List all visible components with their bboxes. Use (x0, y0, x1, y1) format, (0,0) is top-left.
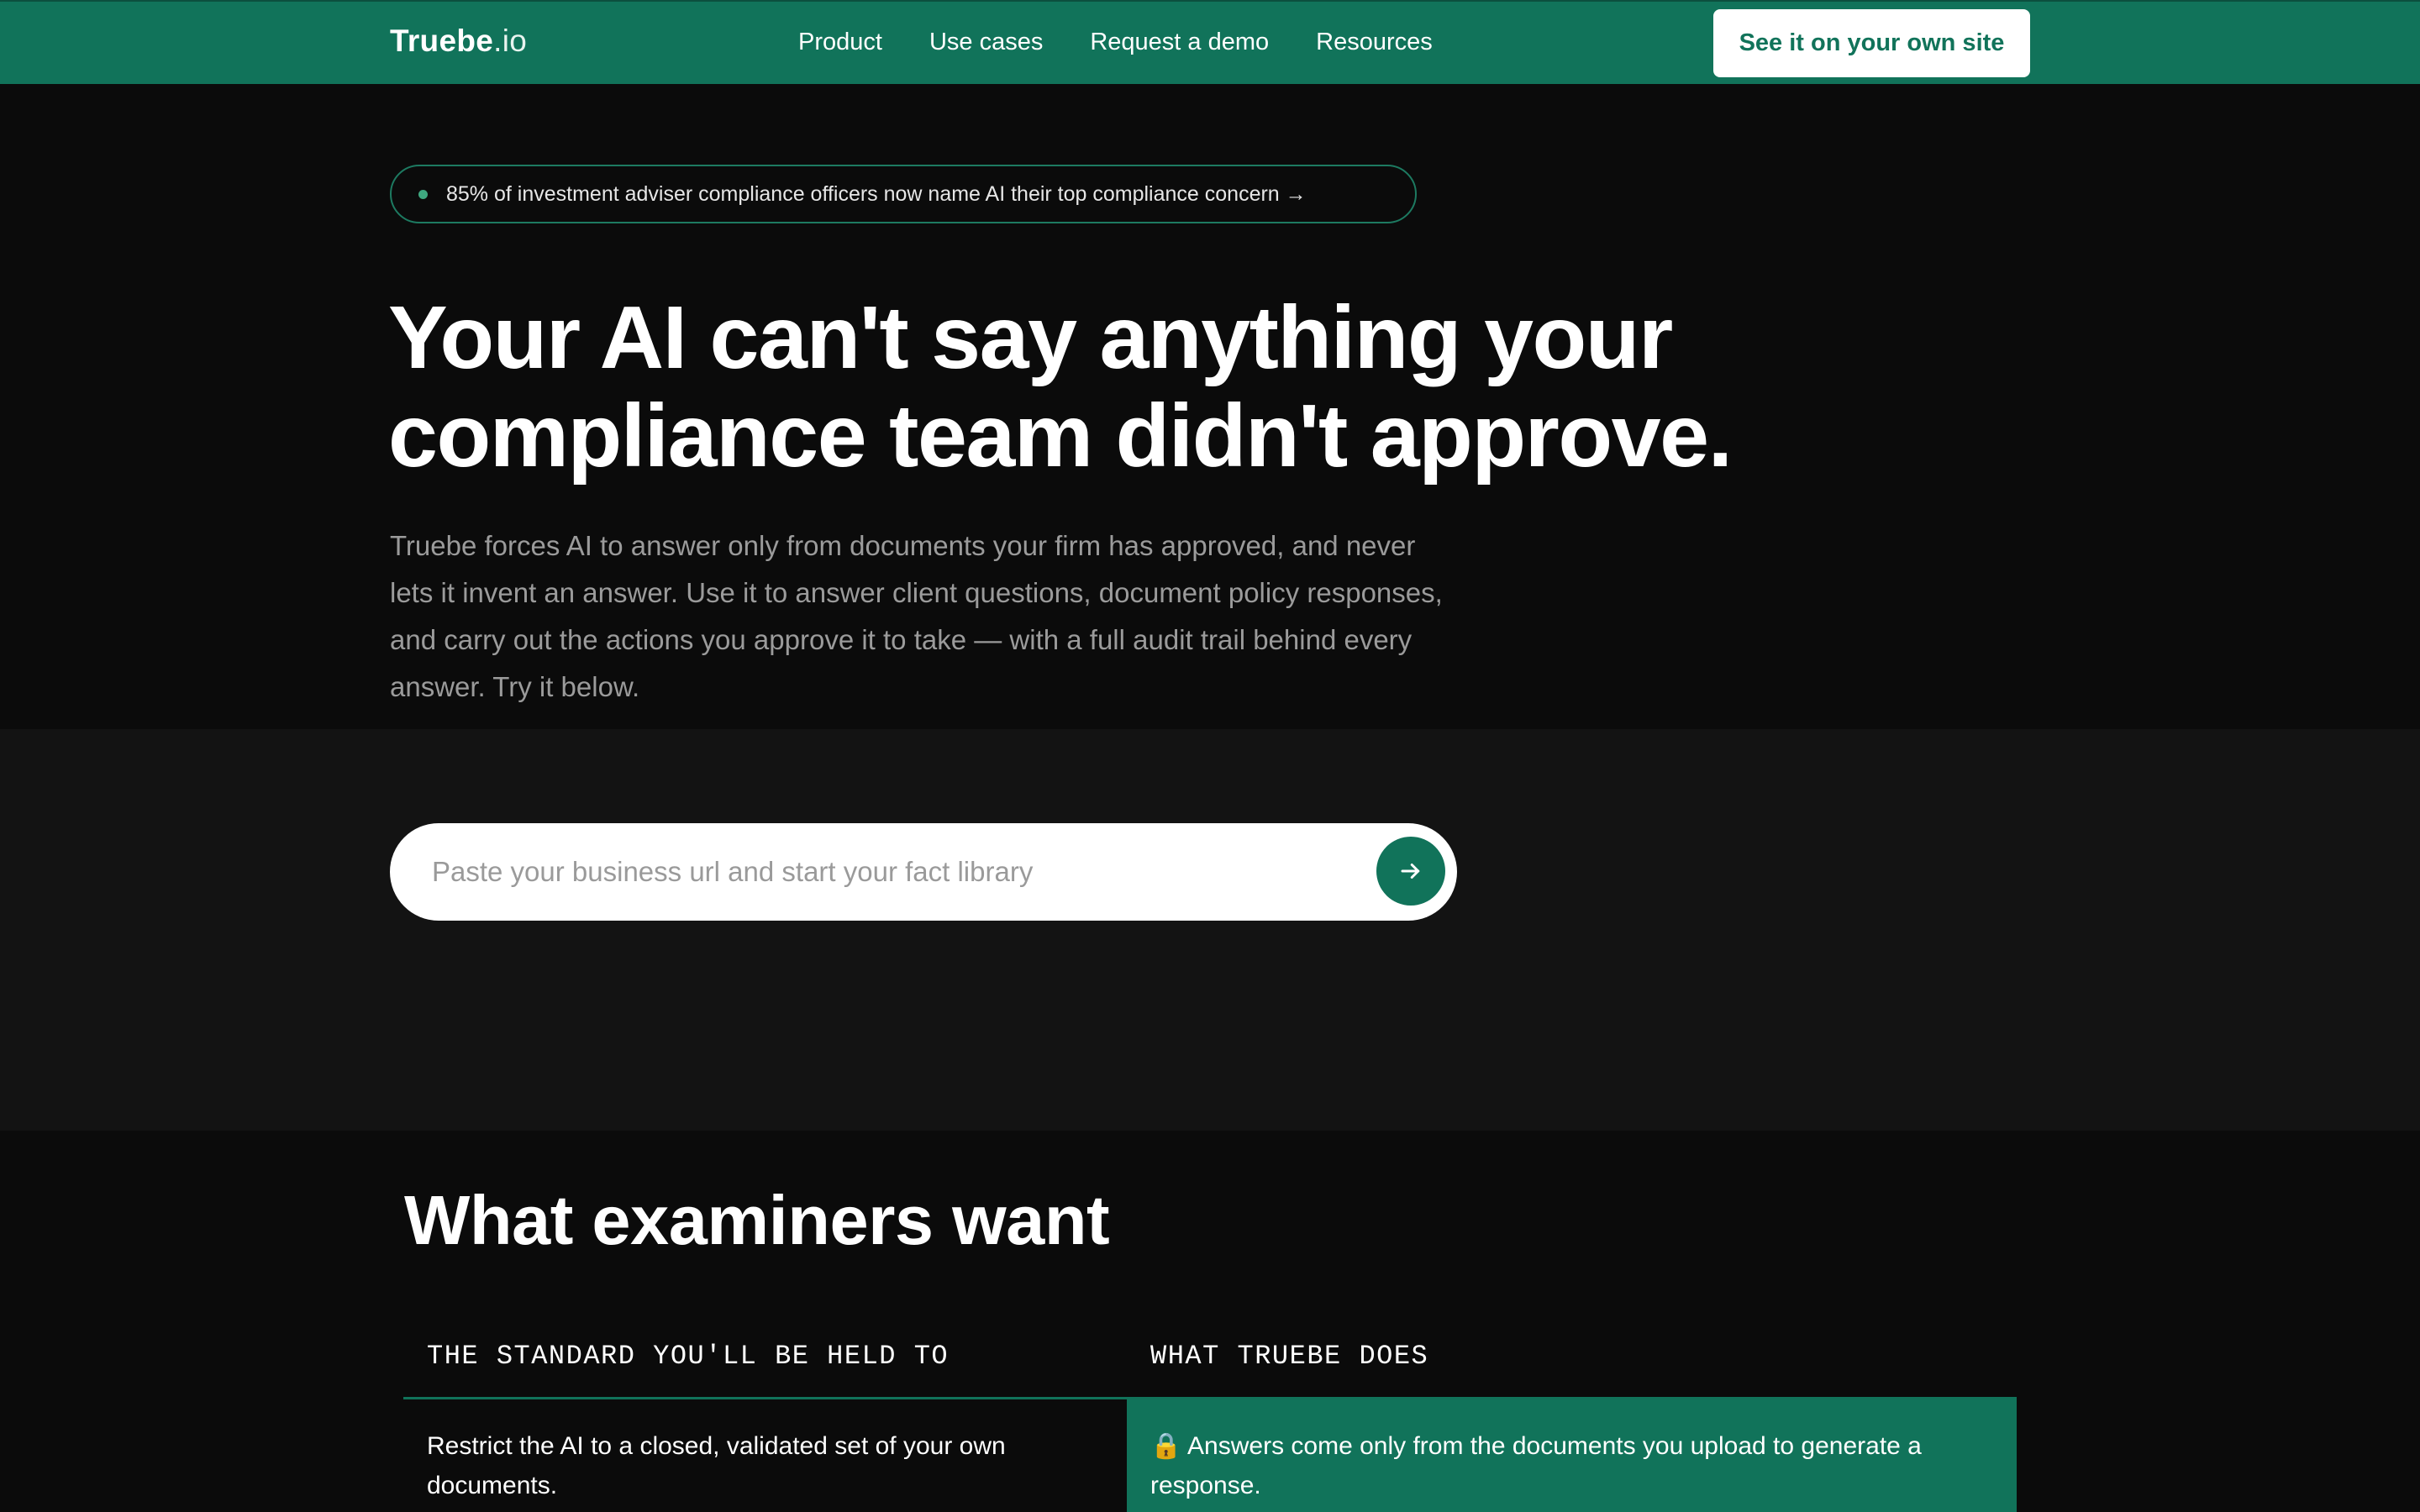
section-title: What examiners want (404, 1181, 1110, 1259)
url-input-bar (390, 823, 1457, 921)
table-cell-truebe: 🔒 Answers come only from the documents y… (1150, 1432, 1922, 1499)
top-nav: Truebe.io Product Use cases Request a de… (0, 0, 2420, 84)
nav-link-use-cases[interactable]: Use cases (929, 29, 1043, 56)
logo[interactable]: Truebe.io (390, 24, 527, 59)
logo-text-suffix: .io (493, 24, 528, 58)
nav-link-request-demo[interactable]: Request a demo (1090, 29, 1269, 56)
logo-text-bold: Truebe (390, 24, 494, 58)
hero-headline: Your AI can't say anything your complian… (388, 289, 1901, 486)
table-cell-standard: Restrict the AI to a closed, validated s… (427, 1432, 1006, 1499)
nav-link-resources[interactable]: Resources (1316, 29, 1433, 56)
column-header-truebe: WHAT TRUEBE DOES (1150, 1341, 1429, 1372)
column-header-standard: THE STANDARD YOU'LL BE HELD TO (427, 1341, 950, 1372)
business-url-input[interactable] (432, 848, 1323, 895)
hero-subtext: Truebe forces AI to answer only from doc… (390, 530, 1443, 702)
nav-links: Product Use cases Request a demo Resourc… (798, 29, 1480, 56)
see-it-on-your-site-button[interactable]: See it on your own site (1713, 9, 2030, 77)
hero-input-band (0, 729, 2420, 1131)
nav-link-product[interactable]: Product (798, 29, 882, 56)
arrow-right-icon (1401, 864, 1420, 879)
headline-line-1: Your AI can't say anything your (388, 288, 1673, 387)
badge-text: 85% of investment adviser compliance off… (446, 181, 1307, 206)
announcement-badge[interactable]: 85% of investment adviser compliance off… (390, 165, 1417, 223)
submit-url-button[interactable] (1376, 837, 1445, 906)
badge-dot-icon (418, 189, 428, 199)
headline-line-2: compliance team didn't approve. (388, 386, 1733, 486)
